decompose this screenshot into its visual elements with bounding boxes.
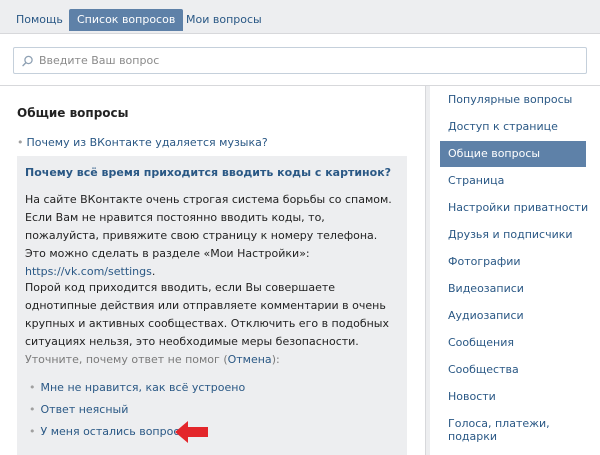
answer-box: Почему всё время приходится вводить коды… — [17, 156, 407, 455]
question-link-text[interactable]: Почему из ВКонтакте удаляется музыка? — [27, 136, 268, 149]
bullet-icon: • — [17, 136, 24, 149]
sidebar-item-videos[interactable]: Видеозаписи — [440, 276, 586, 302]
sidebar: Популярные вопросы Доступ к странице Общ… — [430, 86, 600, 455]
bullet-icon: • — [29, 381, 36, 394]
question-link[interactable]: • Почему из ВКонтакте удаляется музыка? — [17, 136, 268, 149]
bullet-icon: • — [29, 403, 36, 416]
answer-paragraph-2: Порой код приходится вводить, если Вы со… — [25, 281, 389, 348]
search-input[interactable]: Введите Ваш вопрос — [13, 47, 587, 74]
sidebar-item-popular[interactable]: Популярные вопросы — [440, 87, 586, 113]
cancel-link[interactable]: Отмена — [228, 353, 272, 366]
sidebar-item-page-access[interactable]: Доступ к странице — [440, 114, 586, 140]
sidebar-item-page[interactable]: Страница — [440, 168, 586, 194]
answer-paragraph-1: На сайте ВКонтакте очень строгая система… — [25, 191, 400, 281]
sidebar-item-general[interactable]: Общие вопросы — [440, 141, 586, 167]
option-label[interactable]: Мне не нравится, как всё устроено — [41, 381, 246, 394]
tab-help[interactable]: Помощь — [8, 9, 71, 31]
sidebar-item-payments[interactable]: Голоса, платежи, подарки — [440, 416, 586, 443]
sidebar-item-messages[interactable]: Сообщения — [440, 330, 586, 356]
option-unclear[interactable]: • Ответ неясный — [29, 403, 128, 416]
sidebar-item-communities[interactable]: Сообщества — [440, 357, 586, 383]
top-tabs: Помощь Список вопросов Мои вопросы — [0, 0, 600, 33]
tab-my-questions[interactable]: Мои вопросы — [178, 9, 270, 31]
clarify-end: ): — [271, 353, 280, 366]
bullet-icon: • — [29, 425, 36, 438]
answer-paragraph-1-end: . — [151, 265, 156, 278]
settings-link[interactable]: https://vk.com/settings — [25, 265, 152, 278]
sidebar-item-news[interactable]: Новости — [440, 384, 586, 410]
answer-paragraph-1-text: На сайте ВКонтакте очень строгая система… — [25, 193, 392, 260]
sidebar-item-audio[interactable]: Аудиозаписи — [440, 303, 586, 329]
sidebar-item-privacy[interactable]: Настройки приватности — [440, 195, 588, 221]
sidebar-item-friends[interactable]: Друзья и подписчики — [440, 222, 586, 248]
option-label[interactable]: У меня остались вопросы — [41, 425, 189, 438]
option-label[interactable]: Ответ неясный — [41, 403, 129, 416]
red-arrow-icon — [175, 421, 208, 443]
tab-questions-list[interactable]: Список вопросов — [69, 9, 184, 31]
option-have-questions[interactable]: • У меня остались вопросы — [29, 425, 188, 438]
sidebar-item-photos[interactable]: Фотографии — [440, 249, 586, 275]
search-placeholder: Введите Ваш вопрос — [39, 54, 160, 67]
search-icon — [22, 55, 33, 67]
clarify-prompt: Уточните, почему ответ не помог (Отмена)… — [25, 353, 280, 366]
main-content: Общие вопросы • Почему из ВКонтакте удаля… — [0, 86, 426, 455]
option-dislike[interactable]: • Мне не нравится, как всё устроено — [29, 381, 245, 394]
answer-title[interactable]: Почему всё время приходится вводить коды… — [25, 166, 391, 179]
search-bar: Введите Ваш вопрос — [0, 33, 600, 86]
clarify-text: Уточните, почему ответ не помог ( — [25, 353, 228, 366]
page-title: Общие вопросы — [17, 106, 129, 120]
